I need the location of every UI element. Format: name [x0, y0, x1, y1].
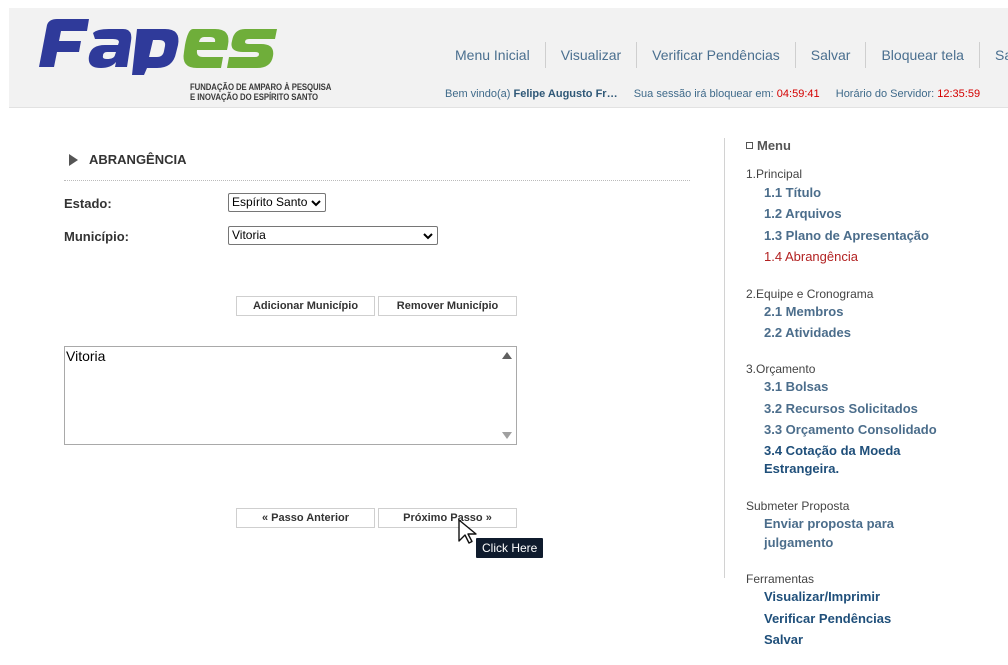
- sidebar-item-atividades[interactable]: 2.2 Atividades: [764, 325, 851, 340]
- arrow-right-icon: [69, 153, 78, 166]
- click-here-tooltip: Click Here: [476, 538, 544, 558]
- sidebar-group-equipe: 2.Equipe e Cronograma: [746, 287, 874, 301]
- municipio-label: Município:: [64, 229, 129, 244]
- top-nav: Menu Inicial Visualizar Verificar Pendên…: [443, 42, 1008, 68]
- welcome-label: Bem vindo(a): [445, 88, 511, 100]
- section-title-text: ABRANGÊNCIA: [89, 152, 187, 167]
- sidebar-group-ferramentas: Ferramentas: [746, 572, 815, 586]
- sidebar-item-enviar-proposta[interactable]: Enviar proposta para: [764, 516, 894, 531]
- user-name: Felipe Augusto Fr…: [513, 88, 618, 100]
- estado-label: Estado:: [64, 196, 112, 211]
- sidebar-menu-title-text: Menu: [757, 138, 791, 153]
- sidebar-item-membros[interactable]: 2.1 Membros: [764, 304, 843, 319]
- session-lock-label: Sua sessão irá bloquear em:: [633, 88, 774, 100]
- sidebar-item-julgamento[interactable]: julgamento: [764, 535, 833, 550]
- estado-select-value: Espírito Santo: [232, 195, 308, 209]
- municipio-select[interactable]: Vitoria: [228, 226, 438, 245]
- nav-bloquear-tela[interactable]: Bloquear tela: [865, 42, 979, 68]
- fapes-logo[interactable]: FUNDAÇÃO DE AMPARO À PESQUISA E INOVAÇÃO…: [37, 15, 331, 105]
- nav-visualizar[interactable]: Visualizar: [544, 42, 636, 68]
- server-time: 12:35:59: [937, 88, 981, 100]
- nav-verificar-pendencias[interactable]: Verificar Pendências: [636, 42, 795, 68]
- server-time-label: Horário do Servidor:: [835, 88, 935, 100]
- section-title: ABRANGÊNCIA: [69, 152, 187, 167]
- remove-municipio-button[interactable]: Remover Município: [378, 296, 517, 316]
- sidebar-divider: [724, 138, 725, 578]
- scroll-up-arrow-icon[interactable]: [502, 352, 512, 359]
- section-divider: [64, 180, 690, 181]
- sidebar-item-arquivos[interactable]: 1.2 Arquivos: [764, 206, 842, 221]
- session-status-bar: Bem vindo(a) Felipe Augusto Fr… Sua sess…: [445, 88, 980, 100]
- previous-step-button[interactable]: « Passo Anterior: [236, 508, 375, 528]
- sidebar-item-verificar-pendencias[interactable]: Verificar Pendências: [764, 611, 891, 626]
- square-icon: [746, 142, 753, 149]
- session-lock-timer: 04:59:41: [776, 88, 820, 100]
- selected-municipios-list[interactable]: Vitoria: [64, 346, 517, 445]
- sidebar-item-titulo[interactable]: 1.1 Título: [764, 185, 821, 200]
- sidebar-group-submeter: Submeter Proposta: [746, 499, 850, 513]
- sidebar-item-plano-apresentacao[interactable]: 1.3 Plano de Apresentação: [764, 228, 929, 243]
- sidebar-item-salvar[interactable]: Salvar: [764, 632, 803, 647]
- sidebar-item-visualizar-imprimir[interactable]: Visualizar/Imprimir: [764, 589, 880, 604]
- sidebar-item-abrangencia[interactable]: 1.4 Abrangência: [764, 249, 858, 264]
- list-item[interactable]: Vitoria: [66, 348, 105, 364]
- nav-menu-inicial[interactable]: Menu Inicial: [443, 42, 545, 68]
- chevron-down-icon: [423, 232, 433, 239]
- sidebar-group-orcamento: 3.Orçamento: [746, 362, 816, 376]
- logo-subtitle: FUNDAÇÃO DE AMPARO À PESQUISA E INOVAÇÃO…: [190, 82, 332, 103]
- sidebar-item-orcamento-consolidado[interactable]: 3.3 Orçamento Consolidado: [764, 422, 937, 437]
- nav-salvar[interactable]: Salvar: [794, 42, 866, 68]
- chevron-down-icon: [311, 199, 321, 206]
- add-municipio-button[interactable]: Adicionar Município: [236, 296, 375, 316]
- sidebar-menu-title: Menu: [746, 138, 791, 153]
- estado-select[interactable]: Espírito Santo: [228, 193, 326, 212]
- nav-sair[interactable]: Sair: [978, 42, 1008, 68]
- municipio-select-value: Vitoria: [232, 228, 266, 242]
- sidebar-item-cotacao-moeda-cont[interactable]: Estrangeira.: [764, 461, 839, 476]
- next-step-button[interactable]: Próximo Passo »: [378, 508, 517, 528]
- sidebar-item-recursos-solicitados[interactable]: 3.2 Recursos Solicitados: [764, 401, 918, 416]
- scroll-down-arrow-icon[interactable]: [502, 432, 512, 439]
- fapes-logo-mark: [39, 19, 277, 75]
- sidebar-item-cotacao-moeda[interactable]: 3.4 Cotação da Moeda: [764, 443, 901, 458]
- sidebar-item-bolsas[interactable]: 3.1 Bolsas: [764, 379, 828, 394]
- sidebar-group-principal: 1.Principal: [746, 167, 803, 181]
